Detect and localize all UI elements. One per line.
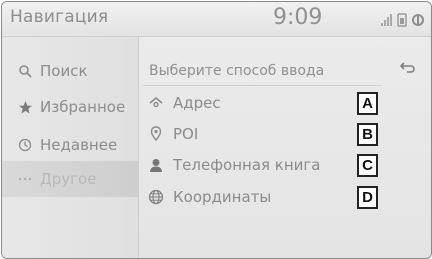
sidebar-item-label: Другое: [40, 170, 97, 188]
status-icons-graphic: [381, 13, 424, 27]
sidebar-item-search[interactable]: Поиск: [2, 53, 138, 89]
option-label: POI: [173, 125, 199, 143]
back-button[interactable]: [387, 52, 427, 84]
star-icon: [10, 100, 40, 115]
back-arrow-icon: [399, 62, 415, 73]
divider: [143, 85, 381, 86]
app-title: Навигация: [10, 7, 109, 27]
option-address[interactable]: Адрес A: [145, 91, 378, 115]
signal-icon: [381, 14, 392, 26]
marker-c: C: [357, 154, 378, 177]
sidebar-item-favorites[interactable]: Избранное: [2, 89, 138, 125]
search-icon: [10, 64, 40, 78]
battery-icon: [397, 13, 407, 27]
wifi-icon: [412, 14, 424, 26]
input-method-prompt: Выберите способ ввода: [149, 63, 325, 79]
sidebar-item-other[interactable]: Другое: [2, 161, 138, 197]
top-bar: Навигация 9:09: [2, 2, 431, 37]
status-icons: [381, 12, 427, 28]
option-label: Адрес: [173, 94, 221, 112]
option-label: Координаты: [173, 188, 272, 206]
option-poi[interactable]: POI B: [145, 122, 378, 146]
globe-icon: [145, 189, 167, 205]
option-coordinates[interactable]: Координаты D: [145, 185, 378, 209]
sidebar-item-recent[interactable]: Недавнее: [2, 127, 138, 163]
address-icon: [145, 96, 167, 110]
person-icon: [145, 158, 167, 173]
navigation-screen: Навигация 9:09 Поиск Избранное Недавнее …: [1, 1, 432, 259]
main-panel: Выберите способ ввода Адрес A POI B Теле…: [139, 37, 431, 258]
sidebar-item-label: Недавнее: [40, 136, 118, 154]
more-icon: [10, 176, 40, 182]
sidebar-item-label: Поиск: [40, 62, 88, 80]
poi-pin-icon: [145, 126, 167, 142]
marker-d: D: [357, 186, 378, 209]
clock-icon: [10, 138, 40, 152]
option-label: Телефонная книга: [173, 156, 321, 174]
clock: 9:09: [273, 5, 323, 30]
sidebar-item-label: Избранное: [40, 98, 126, 116]
marker-a: A: [357, 92, 378, 115]
sidebar: Поиск Избранное Недавнее Другое: [2, 37, 139, 258]
marker-b: B: [357, 123, 378, 146]
option-phonebook[interactable]: Телефонная книга C: [145, 153, 378, 177]
